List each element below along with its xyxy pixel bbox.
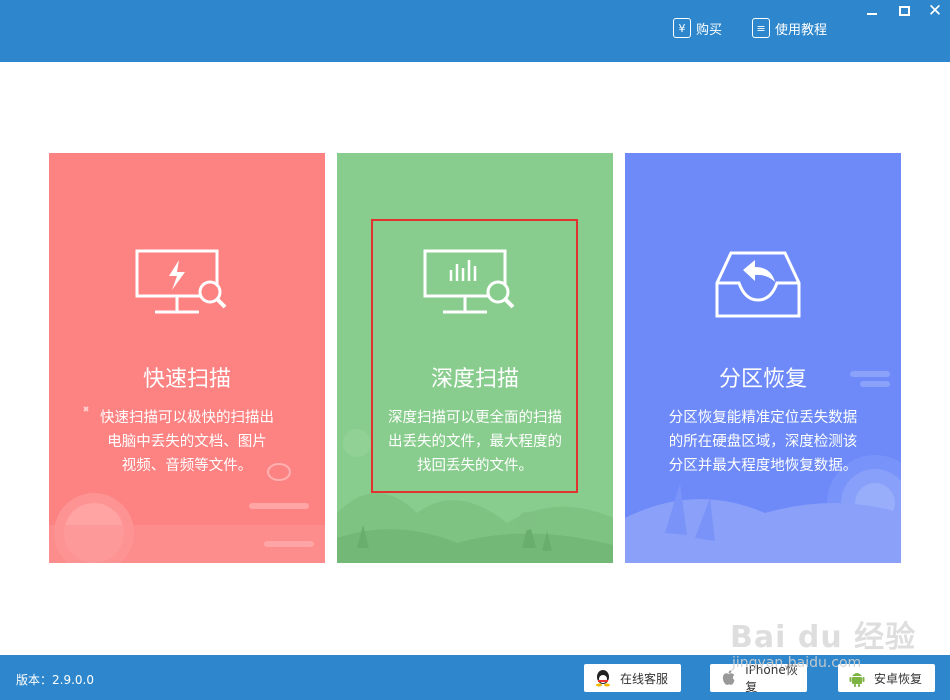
apple-icon: [722, 670, 735, 685]
card-background-decoration: [337, 429, 613, 563]
button-label: 在线客服: [620, 671, 669, 686]
tray-restore-icon: [715, 251, 801, 318]
description-line: 快速扫描可以极快的扫描出: [100, 410, 274, 426]
yen-icon: ¥: [673, 18, 691, 38]
description-line: 的所在硬盘区域，深度检测该: [668, 434, 858, 450]
card-background-decoration: [625, 371, 901, 563]
description-line: 视频、音频等文件。: [121, 458, 253, 474]
watermark-text: Bai du 经验: [730, 620, 917, 655]
deep-scan-card[interactable]: 深度扫描 深度扫描可以更全面的扫描 出丢失的文件，最大程度的 找回丢失的文件。: [337, 153, 613, 563]
card-description: 快速扫描可以极快的扫描出 电脑中丢失的文档、图片 视频、音频等文件。: [49, 406, 325, 478]
card-description: 分区恢复能精准定位丢失数据 的所在硬盘区域，深度检测该 分区并最大程度地恢复数据…: [625, 406, 901, 478]
tutorial-button[interactable]: ≡ 使用教程: [752, 16, 827, 40]
card-background-decoration: [49, 406, 325, 563]
app-window: ¥ 购买 ≡ 使用教程 ✕ 快速扫描 快速扫描可以极快的扫描出 电脑中丢失的文档…: [0, 0, 950, 700]
description-line: 出丢失的文件，最大程度的: [388, 434, 562, 450]
description-line: 电脑中丢失的文档、图片: [107, 434, 267, 450]
minimize-button[interactable]: [857, 0, 887, 22]
footer-bar: 版本：2.9.0.0 在线客服 iPhone恢复 安卓恢复 jingyan.ba…: [0, 655, 950, 700]
description-line: 分区并最大程度地恢复数据。: [668, 458, 858, 474]
version-label: 版本：2.9.0.0: [16, 673, 94, 687]
buy-label: 购买: [696, 22, 723, 38]
monitor-bolt-search-icon: [135, 249, 227, 314]
title-bar: ¥ 购买 ≡ 使用教程 ✕: [0, 0, 950, 62]
quick-scan-card[interactable]: 快速扫描 快速扫描可以极快的扫描出 电脑中丢失的文档、图片 视频、音频等文件。: [49, 153, 325, 563]
partition-recovery-card[interactable]: 分区恢复 分区恢复能精准定位丢失数据 的所在硬盘区域，深度检测该 分区并最大程度…: [625, 153, 901, 563]
button-label: 安卓恢复: [874, 671, 923, 686]
card-title: 分区恢复: [718, 367, 807, 392]
maximize-icon: [898, 6, 910, 16]
card-description: 深度扫描可以更全面的扫描 出丢失的文件，最大程度的 找回丢失的文件。: [337, 406, 613, 478]
tutorial-label: 使用教程: [775, 22, 828, 38]
close-button[interactable]: ✕: [920, 0, 950, 22]
description-line: 分区恢复能精准定位丢失数据: [668, 410, 858, 426]
document-icon: ≡: [752, 18, 770, 38]
maximize-button[interactable]: [889, 0, 919, 22]
card-title: 快速扫描: [142, 367, 231, 392]
qq-icon: [596, 670, 610, 687]
android-icon: [849, 673, 865, 687]
monitor-chart-search-icon: [423, 249, 515, 314]
close-icon: ✕: [927, 0, 943, 21]
buy-button[interactable]: ¥ 购买: [673, 16, 722, 40]
description-line: 找回丢失的文件。: [417, 458, 533, 474]
card-title: 深度扫描: [430, 367, 519, 392]
online-service-button[interactable]: 在线客服: [584, 664, 681, 692]
description-line: 深度扫描可以更全面的扫描: [388, 410, 562, 426]
minimize-icon: [867, 13, 877, 15]
watermark-url: jingyan.baidu.com: [732, 655, 862, 671]
